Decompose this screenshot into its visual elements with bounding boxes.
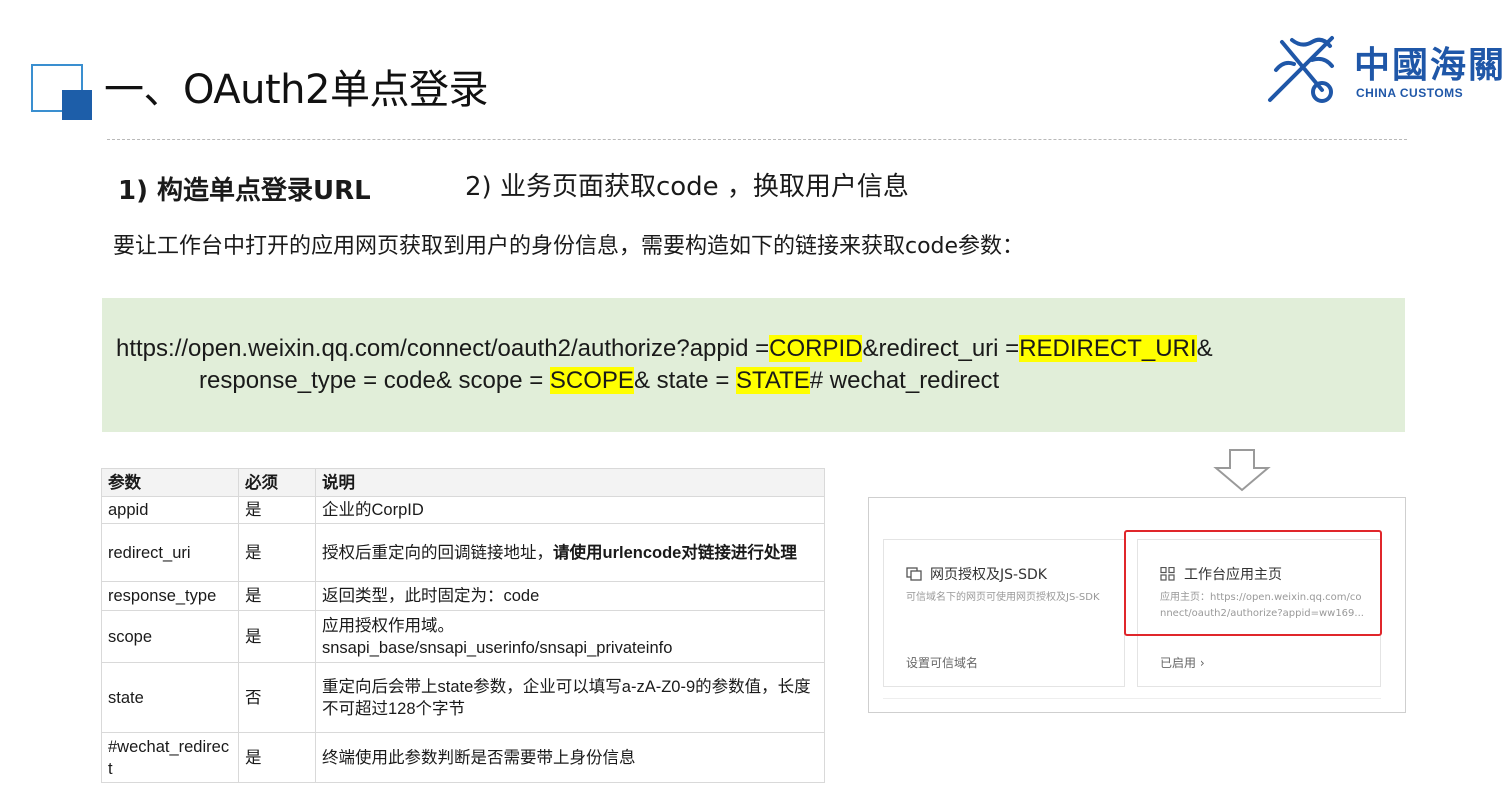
- param-name: appid: [101, 496, 239, 524]
- param-name: scope: [101, 610, 239, 663]
- column-header-required: 必须: [238, 468, 316, 497]
- param-description: 返回类型，此时固定为：code: [315, 581, 825, 611]
- table-row: appid 是 企业的CorpID: [101, 496, 825, 524]
- copy-icon: [906, 567, 922, 581]
- param-description: 重定向后会带上state参数，企业可以填写a-zA-Z0-9的参数值，长度不可超…: [315, 662, 825, 733]
- param-description: 授权后重定向的回调链接地址，请使用urlencode对链接进行处理: [315, 523, 825, 582]
- url-state: STATE: [736, 367, 810, 394]
- url-scope: SCOPE: [549, 367, 634, 394]
- param-description: 终端使用此参数判断是否需要带上身份信息: [315, 732, 825, 783]
- column-header-param: 参数: [101, 468, 239, 497]
- panel-bottom-edge: [883, 698, 1381, 707]
- param-description: 企业的CorpID: [315, 496, 825, 524]
- parameter-table: 参数 必须 说明 appid 是 企业的CorpID redirect_uri …: [101, 468, 825, 783]
- url-redirect-uri: REDIRECT_URI: [1019, 335, 1197, 362]
- page-title: 一、OAuth2单点登录: [104, 67, 488, 113]
- down-arrow-icon: [1213, 449, 1271, 492]
- step-2-heading: 2) 业务页面获取code ，换取用户信息: [465, 172, 909, 202]
- param-description: 应用授权作用域。 snsapi_base/snsapi_userinfo/snsa…: [315, 610, 825, 663]
- param-name: response_type: [101, 581, 239, 611]
- intro-text: 要让工作台中打开的应用网页获取到用户的身份信息，需要构造如下的链接来获取code…: [113, 234, 1025, 259]
- param-required: 是: [238, 523, 316, 582]
- step-1-heading: 1) 构造单点登录URL: [118, 176, 371, 206]
- card-description: 可信域名下的网页可使用网页授权及JS-SDK: [906, 592, 1100, 603]
- url-redirect-label: &redirect_uri =: [862, 335, 1020, 362]
- table-row: #wechat_redirect 是 终端使用此参数判断是否需要带上身份信息: [101, 732, 825, 783]
- url-line-1: https://open.weixin.qq.com/connect/oauth…: [116, 335, 1213, 363]
- param-name: #wechat_redirect: [101, 732, 239, 783]
- table-row: response_type 是 返回类型，此时固定为：code: [101, 581, 825, 611]
- url-amp: &: [1196, 335, 1213, 362]
- title-decoration-square: [62, 90, 92, 120]
- logo-chinese-text: 中國海關: [1354, 44, 1506, 86]
- param-name: redirect_uri: [101, 523, 239, 582]
- table-row: scope 是 应用授权作用域。 snsapi_base/snsapi_useri…: [101, 610, 825, 663]
- url-corpid: CORPID: [769, 335, 863, 362]
- param-required: 是: [238, 496, 316, 524]
- table-header-row: 参数 必须 说明: [101, 468, 825, 497]
- header-divider: [107, 139, 1407, 140]
- card-web-auth-jssdk[interactable]: 网页授权及JS-SDK 可信域名下的网页可使用网页授权及JS-SDK 设置可信域…: [883, 539, 1125, 687]
- table-row: state 否 重定向后会带上state参数，企业可以填写a-zA-Z0-9的参…: [101, 662, 825, 733]
- set-trusted-domain-link[interactable]: 设置可信域名: [906, 654, 978, 671]
- param-description-line1: 应用授权作用域。: [322, 616, 454, 635]
- url-response-type: response_type = code& scope =: [199, 367, 550, 394]
- url-state-label: & state =: [633, 367, 736, 394]
- param-required: 否: [238, 662, 316, 733]
- enabled-status-link[interactable]: 已启用 ›: [1160, 654, 1205, 671]
- url-suffix: # wechat_redirect: [809, 367, 1000, 394]
- param-name: state: [101, 662, 239, 733]
- url-prefix: https://open.weixin.qq.com/connect/oauth…: [116, 335, 770, 362]
- card-title-text: 网页授权及JS-SDK: [930, 567, 1047, 583]
- param-required: 是: [238, 610, 316, 663]
- param-required: 是: [238, 732, 316, 783]
- param-description-bold: 请使用urlencode对链接进行处理: [553, 543, 797, 562]
- customs-emblem-icon: [1268, 36, 1334, 103]
- column-header-description: 说明: [315, 468, 825, 497]
- table-row: redirect_uri 是 授权后重定向的回调链接地址，请使用urlencod…: [101, 523, 825, 582]
- card-title: 网页授权及JS-SDK: [906, 564, 1047, 584]
- highlight-frame: [1124, 530, 1382, 636]
- url-template-box: [102, 298, 1405, 432]
- url-line-2: response_type = code& scope = SCOPE& sta…: [199, 367, 999, 395]
- param-required: 是: [238, 581, 316, 611]
- param-description-text: 授权后重定向的回调链接地址，: [322, 543, 553, 562]
- china-customs-logo: 中國海關 CHINA CUSTOMS: [1262, 30, 1504, 110]
- param-description-line2: snsapi_base/snsapi_userinfo/snsapi_priva…: [322, 638, 673, 657]
- logo-english-text: CHINA CUSTOMS: [1356, 86, 1464, 100]
